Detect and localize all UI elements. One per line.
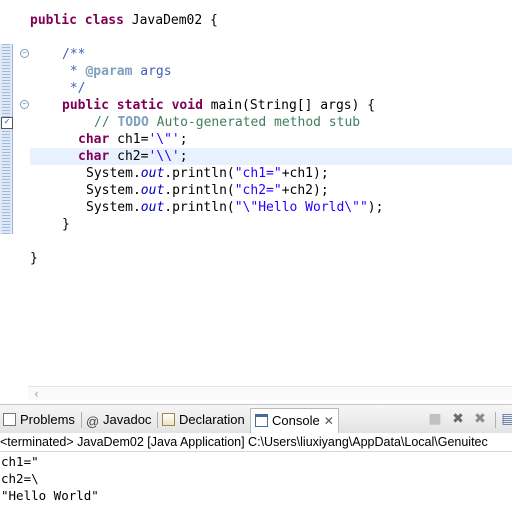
declaration-icon [162, 413, 175, 426]
code-editor[interactable]: ✓ − − public class JavaDem02 { /** * @pa… [0, 0, 512, 400]
code-line: System.out.println("\"Hello World\""); [86, 200, 384, 215]
change-ruler [0, 44, 13, 234]
problems-icon [3, 413, 16, 426]
code-line: char ch2='\\'; [78, 149, 188, 164]
scroll-left-arrow-icon[interactable]: ‹ [34, 387, 39, 400]
task-marker-icon[interactable]: ✓ [1, 117, 13, 129]
code-line: /** [62, 47, 86, 62]
remove-launch-icon[interactable]: ✖ [450, 411, 466, 427]
terminate-icon[interactable]: ■ [427, 411, 443, 427]
tab-declaration[interactable]: Declaration [162, 409, 245, 431]
fold-toggle-icon[interactable]: − [20, 49, 29, 58]
tab-separator [81, 412, 82, 428]
tab-separator [157, 412, 158, 428]
console-icon [255, 414, 268, 427]
code-line: public class JavaDem02 { [30, 13, 218, 28]
code-line: // TODO Auto-generated method stub [94, 115, 361, 130]
horizontal-scrollbar[interactable]: ‹ [28, 386, 512, 400]
code-line: } [62, 217, 70, 232]
console-output[interactable]: ch1=" ch2=\ "Hello World" [0, 452, 512, 517]
toolbar-separator [495, 412, 496, 428]
code-line: } [30, 251, 38, 266]
change-ruler-stripe [2, 44, 10, 234]
code-line: * @param args [62, 64, 172, 79]
code-line: public static void main(String[] args) { [62, 98, 376, 113]
tab-javadoc[interactable]: @ Javadoc [86, 409, 151, 431]
at-icon: @ [86, 414, 100, 429]
panel-tab-bar: Problems @ Javadoc Declaration Console ✕ ■… [0, 404, 512, 434]
code-line: System.out.println("ch2="+ch2); [86, 183, 329, 198]
console-output-line: ch2=\ [1, 471, 39, 486]
remove-all-icon[interactable]: ✖ [472, 411, 488, 427]
console-status-line: <terminated> JavaDem02 [Java Application… [0, 433, 512, 452]
tab-problems[interactable]: Problems [3, 409, 75, 431]
console-output-line: "Hello World" [1, 488, 99, 503]
code-line: */ [62, 81, 86, 96]
display-console-icon[interactable]: ▤ [500, 411, 512, 427]
code-line: System.out.println("ch1="+ch1); [86, 166, 329, 181]
close-tab-icon[interactable]: ✕ [324, 414, 334, 428]
fold-toggle-icon[interactable]: − [20, 100, 29, 109]
code-line: char ch1='\"'; [78, 132, 188, 147]
console-output-line: ch1=" [1, 454, 39, 469]
tab-console[interactable]: Console ✕ [250, 408, 339, 433]
